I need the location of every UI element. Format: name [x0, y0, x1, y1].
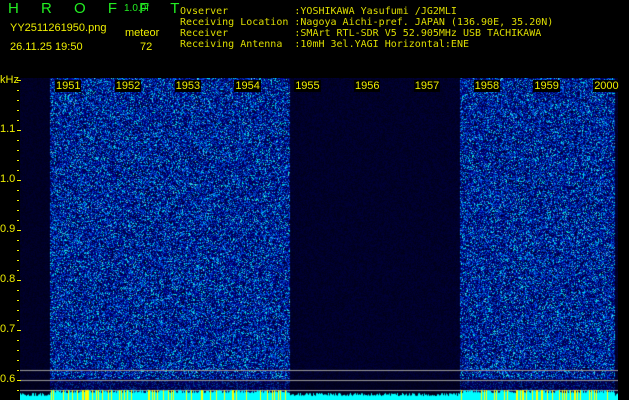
y-tick-mark — [17, 90, 19, 91]
y-tick-mark — [17, 130, 21, 131]
time-tick-label: 1959 — [533, 80, 560, 92]
y-tick-mark — [17, 260, 19, 261]
time-tick-label: 1951 — [55, 80, 82, 92]
y-tick-mark — [17, 220, 19, 221]
y-tick-mark — [17, 180, 21, 181]
time-tick-label: 1957 — [413, 80, 441, 92]
y-tick-mark — [17, 350, 19, 351]
y-tick-mark — [17, 280, 21, 281]
y-tick-mark — [17, 230, 21, 231]
app-title: H R O F F T — [8, 0, 189, 17]
y-tick-mark — [17, 160, 19, 161]
spectrogram — [20, 78, 618, 400]
date-time: 26.11.25 19:50 — [10, 41, 83, 53]
y-tick-mark — [17, 270, 19, 271]
y-tick-mark — [17, 380, 21, 381]
y-tick-mark — [17, 310, 19, 311]
time-tick-label: 1956 — [354, 80, 381, 92]
y-tick-mark — [17, 100, 19, 101]
y-tick-mark — [17, 190, 19, 191]
y-tick-label: 1.0 — [0, 173, 16, 185]
file-name: YY2511261950.png — [10, 22, 107, 34]
meteor-count: 72 — [140, 41, 153, 53]
y-tick-mark — [17, 330, 21, 331]
y-tick-label: 0.8 — [0, 273, 16, 285]
y-tick-label: 0.9 — [0, 223, 16, 235]
time-tick-label: 1952 — [114, 80, 142, 92]
y-tick-mark — [17, 240, 19, 241]
app-version: 1.0.0f — [124, 3, 150, 14]
time-tick-label: 2000 — [593, 80, 620, 92]
y-tick-mark — [17, 340, 19, 341]
y-tick-mark — [17, 150, 19, 151]
y-tick-label: 0.6 — [0, 373, 16, 385]
y-tick-mark — [17, 170, 19, 171]
y-tick-mark — [17, 360, 19, 361]
meteor-label: meteor — [125, 27, 160, 39]
time-tick-label: 1955 — [294, 80, 321, 92]
y-tick-mark — [17, 320, 19, 321]
y-tick-label: 1.1 — [0, 123, 16, 135]
y-tick-mark — [17, 390, 19, 391]
y-tick-mark — [17, 120, 19, 121]
time-tick-label: 1953 — [174, 80, 202, 92]
time-tick-label: 1958 — [473, 80, 501, 92]
y-tick-mark — [17, 200, 19, 201]
y-tick-mark — [17, 290, 19, 291]
y-tick-mark — [17, 300, 19, 301]
y-tick-mark — [17, 210, 19, 211]
y-tick-mark — [17, 80, 21, 81]
y-tick-mark — [17, 370, 19, 371]
info-location: Receiving Location :Nagoya Aichi-pref. J… — [180, 17, 554, 28]
info-observer: Ovserver :YOSHIKAWA Yasufumi /JG2MLI — [180, 6, 457, 17]
time-tick-label: 1954 — [234, 80, 261, 92]
y-tick-mark — [17, 250, 19, 251]
y-tick-label: 0.7 — [0, 323, 16, 335]
hrofft-window: H R O F F T 1.0.0f YY2511261950.png 26.1… — [0, 0, 629, 400]
info-antenna: Receiving Antenna :10mH 3el.YAGI Horizon… — [180, 39, 469, 50]
y-tick-mark — [17, 140, 19, 141]
y-tick-mark — [17, 110, 19, 111]
info-receiver: Receiver :SMArt RTL-SDR V5 52.905MHz USB… — [180, 28, 542, 39]
